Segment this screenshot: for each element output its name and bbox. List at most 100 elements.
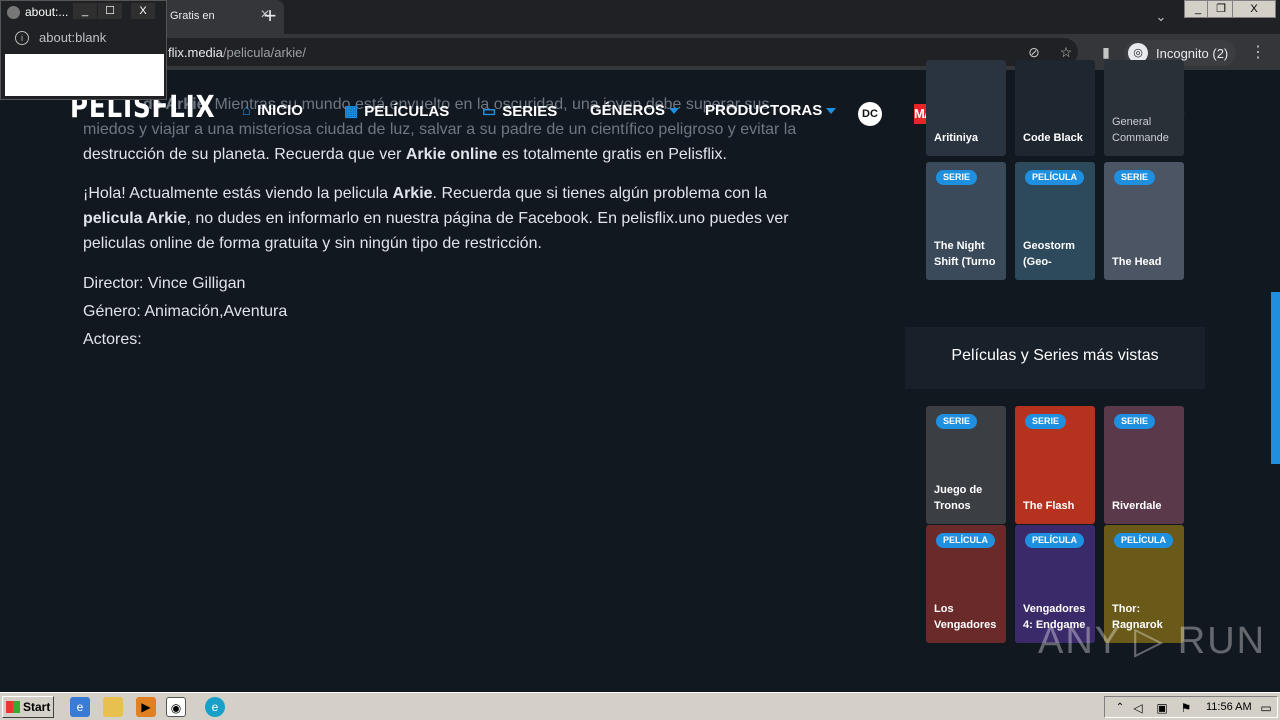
popup-title: about:...: [25, 5, 69, 19]
nav-inicio-label: INICIO: [257, 102, 303, 119]
ie-icon[interactable]: e: [70, 697, 90, 717]
popup-address: about:blank: [39, 30, 107, 45]
edge-icon[interactable]: e: [205, 697, 225, 717]
card-title: Geostorm (Geo-: [1023, 240, 1075, 268]
nav-productoras-label: PRODUCTORAS: [705, 102, 823, 119]
card-badge: SERIE: [936, 170, 978, 185]
director: Director: Vince Gilligan: [83, 275, 246, 292]
card-geostorm[interactable]: PELÍCULA Geostorm (Geo-: [1015, 162, 1095, 280]
card-title: General Commande: [1112, 116, 1169, 144]
nav-productoras[interactable]: PRODUCTORAS: [705, 102, 837, 119]
nav-peliculas-label: PELÍCULAS: [364, 103, 450, 120]
synopsis-line3: destrucción de su planeta. Recuerda que …: [83, 146, 727, 163]
screen: Gratis en × + ⌄ _ ❐ X flix.media/pelicul…: [0, 0, 1280, 720]
card-badge: PELÍCULA: [1114, 533, 1173, 548]
notice-a: ¡Hola! Actualmente estás viendo la pelic…: [83, 185, 393, 202]
card-badge: SERIE: [1114, 170, 1156, 185]
tray-expand-icon[interactable]: ⌃: [1110, 698, 1130, 718]
bookmark-star-icon[interactable]: ☆: [1056, 42, 1076, 62]
tv-icon: ▭: [482, 103, 497, 120]
media-player-icon[interactable]: ▶: [136, 697, 156, 717]
card-riverdale[interactable]: SERIE Riverdale: [1104, 406, 1184, 524]
url-host: flix.media: [168, 45, 223, 60]
website: de Arkie: Mientras su mundo está envuelt…: [0, 60, 1280, 692]
dc-logo[interactable]: DC: [858, 102, 882, 126]
card-the-flash[interactable]: SERIE The Flash: [1015, 406, 1095, 524]
url-path: /pelicula/arkie/: [222, 45, 307, 60]
tab-strip: Gratis en × + ⌄ _ ❐ X: [0, 0, 1280, 34]
movie-meta: Director: Vince Gilligan Género: Animaci…: [83, 270, 843, 354]
nav-generos[interactable]: GÉNEROS: [590, 102, 680, 119]
card-aritiniya[interactable]: Aritiniya: [926, 60, 1006, 156]
info-icon[interactable]: i: [15, 31, 29, 45]
popup-close-button[interactable]: X: [131, 3, 155, 19]
folder-icon[interactable]: [103, 697, 123, 717]
action-center-flag-icon[interactable]: ⚑: [1176, 698, 1196, 718]
widget-title: Películas y Series más vistas: [951, 347, 1159, 364]
popup-minimize-button[interactable]: _: [73, 3, 97, 19]
tab-title: Gratis en: [170, 10, 215, 22]
synopsis-text3: destrucción de su planeta. Recuerda que …: [83, 146, 406, 163]
anyrun-watermark: ANY ▷ RUN: [1038, 620, 1267, 662]
article: de Arkie: Mientras su mundo está envuelt…: [83, 92, 843, 354]
popup-window: about:... _ ☐ X i about:blank: [0, 0, 167, 100]
popup-content: [5, 54, 164, 96]
start-label: Start: [23, 700, 51, 714]
scrollbar-thumb[interactable]: [1271, 292, 1280, 464]
notice: ¡Hola! Actualmente estás viendo la pelic…: [83, 181, 843, 256]
actors: Actores:: [83, 331, 142, 348]
incognito-label: Incognito (2): [1156, 46, 1229, 61]
browser-menu-icon[interactable]: ⋮: [1250, 42, 1266, 64]
new-tab-button[interactable]: +: [258, 4, 282, 28]
nav-series-label: SERIES: [502, 103, 558, 120]
start-button[interactable]: Start: [2, 696, 54, 718]
show-desktop-icon[interactable]: ▭: [1258, 698, 1274, 718]
card-title: Riverdale: [1112, 500, 1162, 512]
window-restore-button[interactable]: ❐: [1207, 0, 1235, 18]
chevron-down-icon: [669, 108, 680, 115]
card-badge: SERIE: [1025, 414, 1067, 429]
speaker-icon[interactable]: ◁: [1128, 698, 1148, 718]
notice-c: , no dudes en informarlo en nuestra pági…: [186, 210, 789, 227]
card-title: The Flash: [1023, 500, 1075, 512]
card-title: Juego de Tronos: [934, 484, 983, 512]
card-title: The Night Shift (Turno: [934, 240, 996, 268]
window-close-button[interactable]: X: [1232, 0, 1276, 18]
synopsis-text3b: es totalmente gratis en Pelisflix.: [497, 146, 727, 163]
card-the-head[interactable]: SERIE The Head: [1104, 162, 1184, 280]
card-night-shift[interactable]: SERIE The Night Shift (Turno: [926, 162, 1006, 280]
most-viewed-widget: Películas y Series más vistas: [905, 327, 1205, 389]
notice-bold1: Arkie: [392, 185, 433, 202]
card-los-vengadores[interactable]: PELÍCULA Los Vengadores: [926, 525, 1006, 643]
card-title: Code Black: [1023, 132, 1083, 144]
synopsis-bold: Arkie online: [405, 146, 498, 163]
card-general-commander[interactable]: General Commande: [1104, 60, 1184, 156]
card-title: Aritiniya: [934, 132, 979, 144]
notice-bold2: pelicula Arkie: [83, 210, 187, 227]
card-badge: PELÍCULA: [1025, 170, 1084, 185]
card-juego-de-tronos[interactable]: SERIE Juego de Tronos: [926, 406, 1006, 524]
nav-peliculas[interactable]: ▦ PELÍCULAS: [344, 102, 449, 120]
side-panel-icon[interactable]: ▮: [1096, 42, 1116, 62]
genre: Género: Animación,Aventura: [83, 303, 288, 320]
windows-flag-icon: [6, 701, 20, 713]
taskbar: Start e ▶ ◉ e ⌃ ◁ ▣ ⚑ 11:56 AM ▭: [0, 692, 1280, 720]
notice-b: . Recuerda que si tienes algún problema …: [432, 185, 767, 202]
card-badge: SERIE: [936, 414, 978, 429]
notice-d: peliculas online de forma gratuita y sin…: [83, 235, 542, 252]
network-icon[interactable]: ▣: [1152, 698, 1172, 718]
card-code-black[interactable]: Code Black: [1015, 60, 1095, 156]
tab-search-icon[interactable]: ⌄: [1150, 6, 1172, 28]
nav-generos-label: GÉNEROS: [590, 102, 666, 119]
nav-inicio[interactable]: ⌂ INICIO: [242, 102, 303, 119]
film-icon: ▦: [344, 103, 359, 120]
nav-series[interactable]: ▭ SERIES: [482, 102, 557, 120]
chevron-down-icon: [826, 108, 837, 115]
card-title: Los Vengadores: [934, 603, 997, 631]
eye-off-icon[interactable]: ⊘: [1024, 42, 1044, 62]
url-text: flix.media/pelicula/arkie/: [168, 45, 306, 60]
popup-maximize-button[interactable]: ☐: [98, 3, 122, 19]
home-icon: ⌂: [242, 102, 252, 119]
card-badge: PELÍCULA: [936, 533, 995, 548]
chrome-icon[interactable]: ◉: [166, 697, 186, 717]
